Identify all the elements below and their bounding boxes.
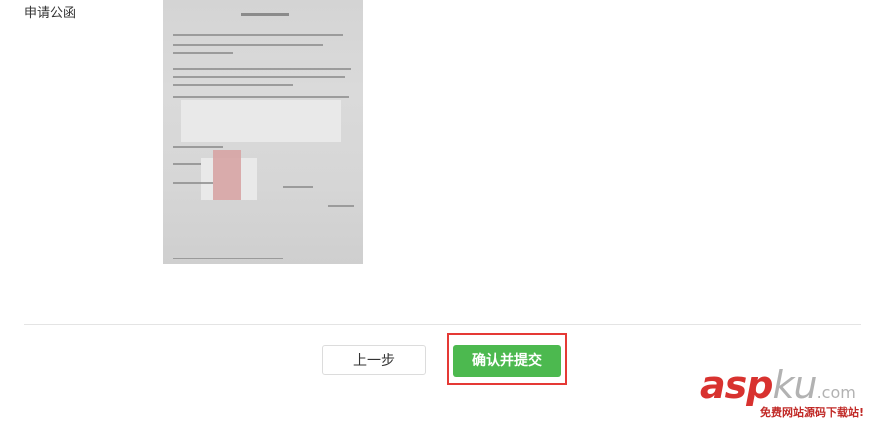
application-letter-image[interactable] <box>163 0 363 264</box>
doc-text-line <box>173 68 351 70</box>
doc-text-line <box>173 146 223 148</box>
confirm-submit-button[interactable]: 确认并提交 <box>453 345 561 377</box>
doc-text-line <box>173 96 349 98</box>
doc-text-line <box>173 163 203 165</box>
logo-suffix-text: .com <box>816 383 856 402</box>
doc-text-line <box>173 84 293 86</box>
doc-text-line <box>173 76 345 78</box>
doc-redacted-area <box>181 100 341 142</box>
previous-step-button[interactable]: 上一步 <box>322 345 426 375</box>
logo-ku-text: ku <box>772 363 817 407</box>
doc-seal-stamp <box>213 150 241 200</box>
doc-footer-line <box>173 258 283 259</box>
doc-text-line <box>173 44 323 46</box>
aspku-watermark: aspku.com 免费网站源码下载站! <box>700 366 870 424</box>
application-letter-label: 申请公函 <box>24 6 77 21</box>
form-divider <box>24 324 861 325</box>
doc-text-line <box>173 182 213 184</box>
doc-text-line <box>283 186 313 188</box>
doc-text-line <box>173 34 343 36</box>
doc-title-line <box>241 13 289 16</box>
doc-text-line <box>328 205 354 207</box>
doc-text-line <box>173 52 233 54</box>
logo-asp-text: asp <box>700 363 773 407</box>
watermark-slogan: 免费网站源码下载站! <box>760 406 865 419</box>
